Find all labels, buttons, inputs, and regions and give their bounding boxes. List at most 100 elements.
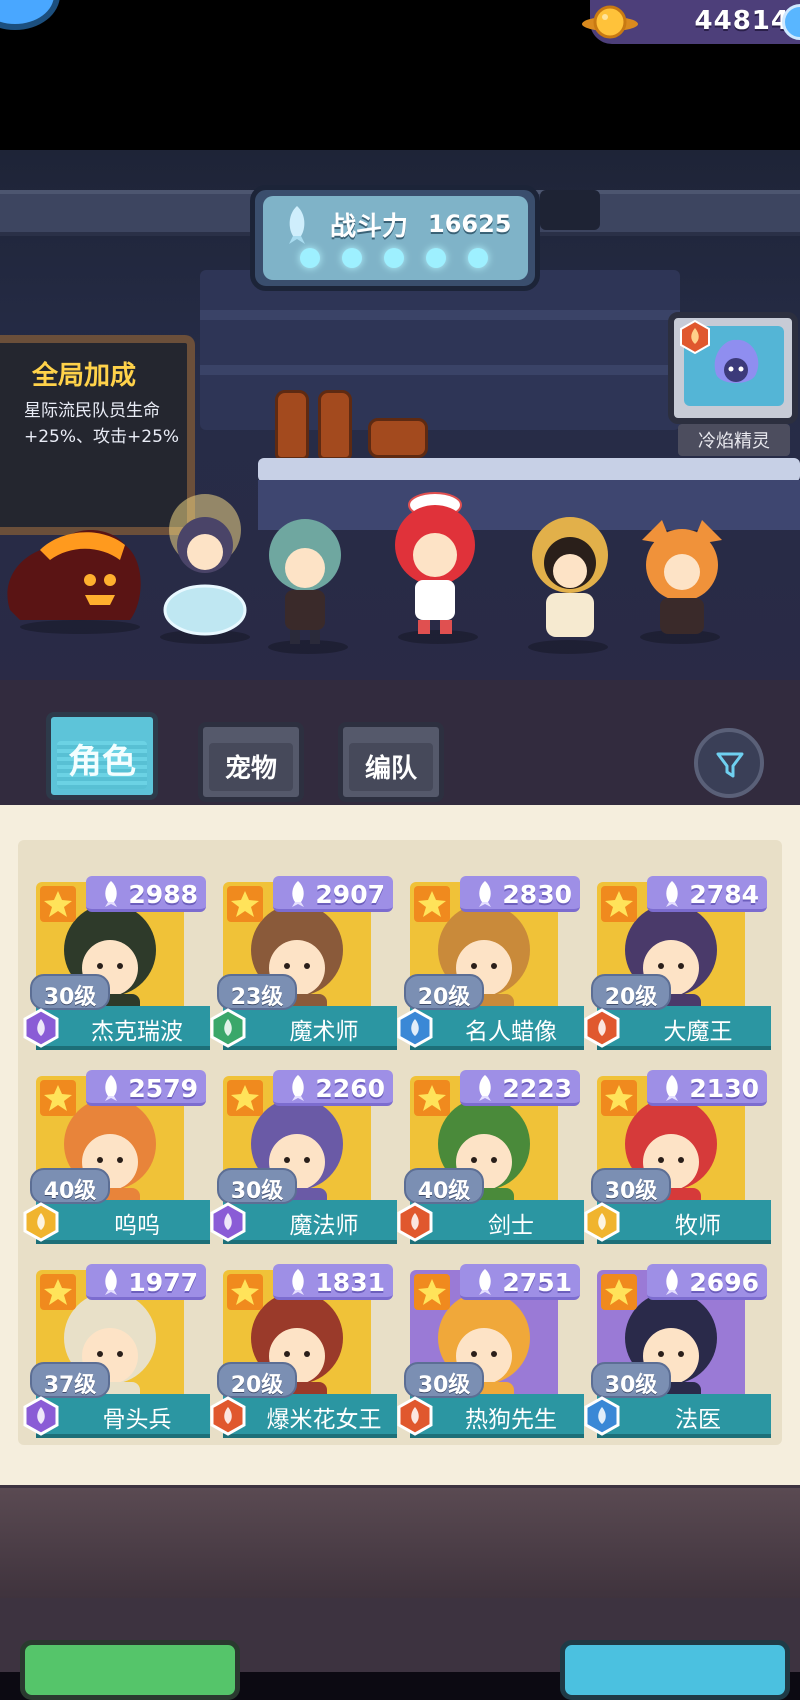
archer-sprite[interactable]	[240, 510, 370, 650]
level-value: 30级	[230, 1179, 284, 1204]
power-value: 2579	[128, 1074, 198, 1103]
class-badge-icon	[210, 1202, 246, 1242]
level-value: 30级	[604, 1373, 658, 1398]
power-pill: 2130	[647, 1070, 767, 1106]
deploy-button[interactable]	[560, 1640, 790, 1700]
power-dot	[426, 248, 446, 268]
name-bar: 杰克瑞波	[36, 1006, 210, 1050]
level-value: 40级	[417, 1179, 471, 1204]
bonus-board-title: 全局加成	[32, 361, 137, 391]
power-value: 2751	[502, 1268, 572, 1297]
currency-value: 44814	[694, 6, 790, 36]
star-icon	[40, 1274, 76, 1310]
level-value: 20级	[604, 985, 658, 1010]
level-pill: 30级	[591, 1362, 671, 1398]
power-value: 2260	[315, 1074, 385, 1103]
level-pill: 30级	[217, 1168, 297, 1204]
character-card[interactable]: 2130 牧师 30级	[581, 1066, 771, 1246]
star-icon	[40, 1080, 76, 1116]
power-dot	[342, 248, 362, 268]
name-bar: 热狗先生	[410, 1394, 584, 1438]
character-card[interactable]: 2751 热狗先生 30级	[394, 1260, 584, 1440]
tab-pets[interactable]: 宠物	[198, 722, 304, 802]
character-name: 爆米花女王	[266, 1407, 382, 1433]
power-pill: 2579	[86, 1070, 206, 1106]
tab-formation[interactable]: 编队	[338, 722, 444, 802]
lava-monster-sprite[interactable]	[0, 520, 150, 630]
character-card[interactable]: 2784 大魔王 20级	[581, 872, 771, 1052]
class-badge-icon	[23, 1396, 59, 1436]
star-icon	[414, 1274, 450, 1310]
level-value: 20级	[230, 1373, 284, 1398]
character-card[interactable]: 2223 剑士 40级	[394, 1066, 584, 1246]
name-bar: 牧师	[597, 1200, 771, 1244]
star-icon	[40, 886, 76, 922]
name-bar: 骨头兵	[36, 1394, 210, 1438]
tab-characters[interactable]: 角色	[46, 712, 158, 800]
wax-figure-sprite[interactable]	[510, 505, 630, 655]
tab-label: 角色	[68, 742, 136, 782]
power-pill: 2988	[86, 876, 206, 912]
character-card[interactable]: 2830 名人蜡像 20级	[394, 872, 584, 1052]
character-name: 名人蜡像	[465, 1019, 557, 1045]
star-icon	[414, 886, 450, 922]
name-bar: 魔法师	[223, 1200, 397, 1244]
bottle	[275, 390, 309, 460]
star-icon	[227, 1274, 263, 1310]
funnel-icon	[716, 752, 744, 778]
power-pill: 2830	[460, 876, 580, 912]
fox-sprite[interactable]	[622, 510, 742, 650]
level-value: 30级	[43, 985, 97, 1010]
back-button[interactable]	[20, 1640, 240, 1700]
class-badge-icon	[23, 1008, 59, 1048]
level-pill: 20级	[404, 974, 484, 1010]
character-name: 魔术师	[289, 1019, 359, 1045]
power-dot	[384, 248, 404, 268]
level-pill: 30级	[30, 974, 110, 1010]
star-icon	[227, 1080, 263, 1116]
character-card[interactable]: 1831 爆米花女王 20级	[207, 1260, 397, 1440]
power-pill: 2260	[273, 1070, 393, 1106]
power-value: 1831	[315, 1268, 385, 1297]
character-card[interactable]: 2579 呜呜 40级	[20, 1066, 210, 1246]
level-pill: 30级	[591, 1168, 671, 1204]
character-card[interactable]: 2988 杰克瑞波 30级	[20, 872, 210, 1052]
character-card[interactable]: 1977 骨头兵 37级	[20, 1260, 210, 1440]
nurse-sprite[interactable]	[370, 485, 500, 645]
character-card[interactable]: 2696 法医 30级	[581, 1260, 771, 1440]
star-icon	[414, 1080, 450, 1116]
class-badge-icon	[397, 1396, 433, 1436]
class-badge-icon	[210, 1008, 246, 1048]
class-badge-icon	[584, 1396, 620, 1436]
level-pill: 20级	[591, 974, 671, 1010]
name-bar: 法医	[597, 1394, 771, 1438]
star-icon	[601, 1274, 637, 1310]
tab-label: 编队	[364, 754, 417, 784]
character-name: 牧师	[675, 1213, 721, 1239]
power-value: 2830	[502, 880, 572, 909]
filter-button[interactable]	[694, 728, 764, 798]
level-value: 20级	[417, 985, 471, 1010]
power-value: 2907	[315, 880, 385, 909]
power-value: 2784	[689, 880, 759, 909]
name-bar: 剑士	[410, 1200, 584, 1244]
level-value: 30级	[604, 1179, 658, 1204]
character-card[interactable]: 2907 魔术师 23级	[207, 872, 397, 1052]
name-bar: 呜呜	[36, 1200, 210, 1244]
power-label: 战斗力	[330, 212, 409, 242]
character-card[interactable]: 2260 魔法师 30级	[207, 1066, 397, 1246]
name-bar: 名人蜡像	[410, 1006, 584, 1050]
level-pill: 20级	[217, 1362, 297, 1398]
power-value: 16625	[428, 210, 512, 238]
star-icon	[227, 886, 263, 922]
power-pill: 2751	[460, 1264, 580, 1300]
class-badge-icon	[584, 1202, 620, 1242]
character-name: 法医	[675, 1407, 721, 1433]
character-name: 骨头兵	[102, 1407, 172, 1433]
power-value: 2696	[689, 1268, 759, 1297]
fire-badge-icon	[680, 320, 710, 354]
ceiling-lamp	[540, 190, 600, 230]
level-value: 23级	[230, 985, 284, 1010]
character-name: 热狗先生	[465, 1407, 557, 1433]
level-value: 30级	[417, 1373, 471, 1398]
